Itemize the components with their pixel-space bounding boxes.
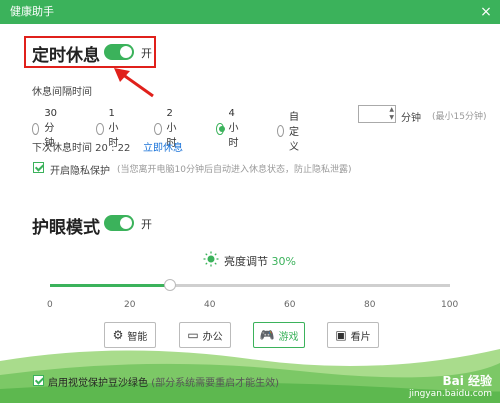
slider-fill [50, 284, 170, 287]
radio-custom[interactable]: 自定义 [277, 108, 304, 153]
rest-now-link[interactable]: 立即休息 [143, 139, 183, 154]
slider-thumb[interactable] [164, 279, 176, 291]
watermark-brand: Bai 经验 [442, 374, 492, 388]
radio-circle [154, 122, 162, 135]
next-rest-time: 下次休息时间 20 : 22 [32, 143, 131, 154]
sun-icon [203, 251, 219, 267]
window-title: 健康助手 [10, 5, 54, 18]
privacy-label: 开启隐私保护 [50, 166, 110, 177]
privacy-checkbox[interactable] [33, 162, 44, 173]
toggle-knob [120, 46, 132, 58]
slider-tick-label: 80 [364, 300, 376, 310]
brightness-label-text: 亮度调节 [224, 255, 268, 268]
gear-icon: ⚙ [112, 328, 124, 342]
radio-label: 自定义 [289, 112, 299, 153]
radio-circle [32, 122, 40, 135]
brightness-value: 30% [271, 255, 296, 268]
rest-section-title: 定时休息 [32, 46, 100, 66]
gamepad-icon: 🎮 [259, 328, 275, 342]
spinner-arrows-icon[interactable]: ▲ ▼ [389, 106, 394, 122]
eye-toggle[interactable] [104, 215, 134, 231]
custom-minutes-input[interactable]: ▲ ▼ [358, 105, 396, 123]
brightness-slider[interactable] [50, 279, 450, 291]
monitor-icon: ▭ [187, 328, 199, 342]
custom-unit: 分钟 [401, 113, 421, 124]
green-filter-label: 启用视觉保护豆沙绿色 (部分系统需要重启才能生效) [48, 374, 279, 389]
radio-circle [216, 122, 225, 135]
slider-tick-label: 100 [441, 300, 459, 310]
brightness-label: 亮度调节 30% [224, 253, 296, 269]
green-filter-checkbox[interactable] [33, 375, 44, 386]
watermark: Bai 经验 jingyan.baidu.com [409, 372, 492, 399]
interval-label: 休息间隔时间 [32, 87, 92, 98]
rest-toggle[interactable] [104, 44, 134, 60]
title-bar: 健康助手 × [0, 0, 500, 24]
eye-toggle-label: 开 [141, 218, 152, 231]
custom-hint: (最小15分钟) [432, 112, 487, 122]
rest-toggle-label: 开 [141, 47, 152, 60]
annotation-arrow-icon [114, 68, 154, 98]
watermark-url: jingyan.baidu.com [408, 389, 492, 399]
film-icon: ▣ [335, 328, 347, 342]
slider-tick-label: 0 [47, 300, 53, 310]
slider-tick-label: 60 [284, 300, 296, 310]
close-button[interactable]: × [478, 4, 494, 20]
slider-tick-label: 20 [124, 300, 136, 310]
green-filter-text: 启用视觉保护豆沙绿色 [48, 378, 148, 389]
slider-tick-label: 40 [204, 300, 216, 310]
radio-circle [277, 124, 284, 137]
toggle-knob [120, 217, 132, 229]
radio-circle [96, 122, 104, 135]
eye-section-title: 护眼模式 [32, 218, 100, 238]
radio-4hour[interactable]: 4小时 [216, 108, 243, 149]
green-filter-hint: (部分系统需要重启才能生效) [151, 378, 279, 389]
radio-label: 4小时 [228, 108, 239, 149]
privacy-hint: (当您离开电脑10分钟后自动进入休息状态，防止隐私泄露) [117, 165, 352, 175]
